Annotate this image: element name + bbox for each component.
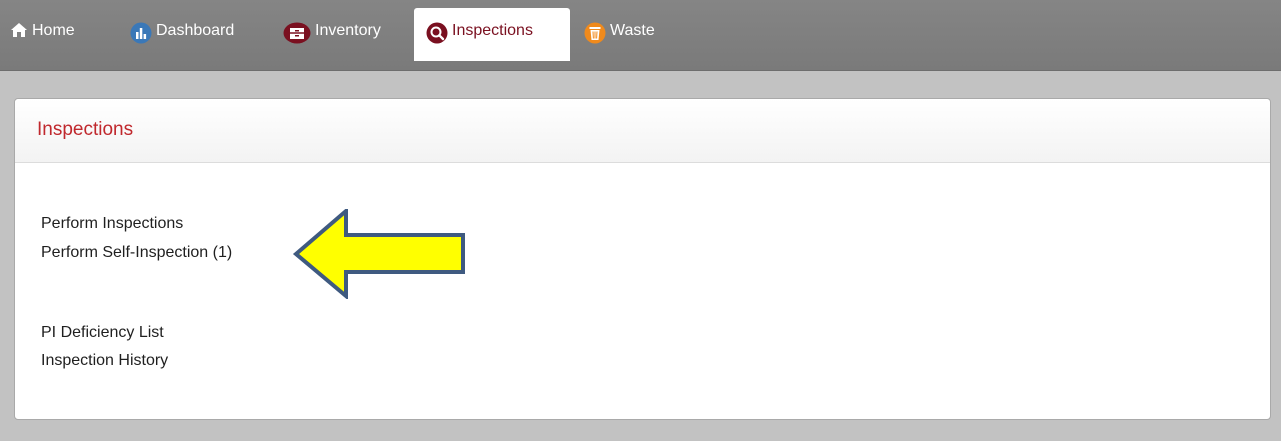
link-inspection-history[interactable]: Inspection History	[41, 352, 168, 370]
nav-inspections-label: Inspections	[452, 22, 533, 39]
nav-home[interactable]: Home	[10, 8, 110, 61]
nav-dashboard[interactable]: Dashboard	[130, 8, 270, 61]
cabinet-icon	[283, 22, 311, 44]
nav-waste[interactable]: Waste	[584, 8, 684, 61]
nav-inventory-label: Inventory	[315, 22, 381, 39]
chart-icon	[130, 22, 152, 44]
nav-inspections[interactable]: Inspections	[414, 8, 570, 61]
magnifier-icon	[426, 22, 448, 44]
link-pi-deficiency-list[interactable]: PI Deficiency List	[41, 324, 164, 342]
link-perform-self-inspection[interactable]: Perform Self-Inspection (1)	[41, 244, 232, 262]
nav-waste-label: Waste	[610, 22, 655, 39]
nav-home-label: Home	[32, 22, 75, 39]
link-perform-inspections[interactable]: Perform Inspections	[41, 215, 183, 233]
yellow-arrow-annotation	[292, 209, 465, 299]
nav-dashboard-label: Dashboard	[156, 22, 235, 39]
panel-title: Inspections	[15, 99, 1270, 163]
top-navbar: Home Dashboard Inventory Inspections Was…	[0, 0, 1281, 71]
nav-inventory[interactable]: Inventory	[283, 8, 403, 61]
home-icon	[10, 22, 28, 38]
trash-can-icon	[584, 22, 606, 44]
